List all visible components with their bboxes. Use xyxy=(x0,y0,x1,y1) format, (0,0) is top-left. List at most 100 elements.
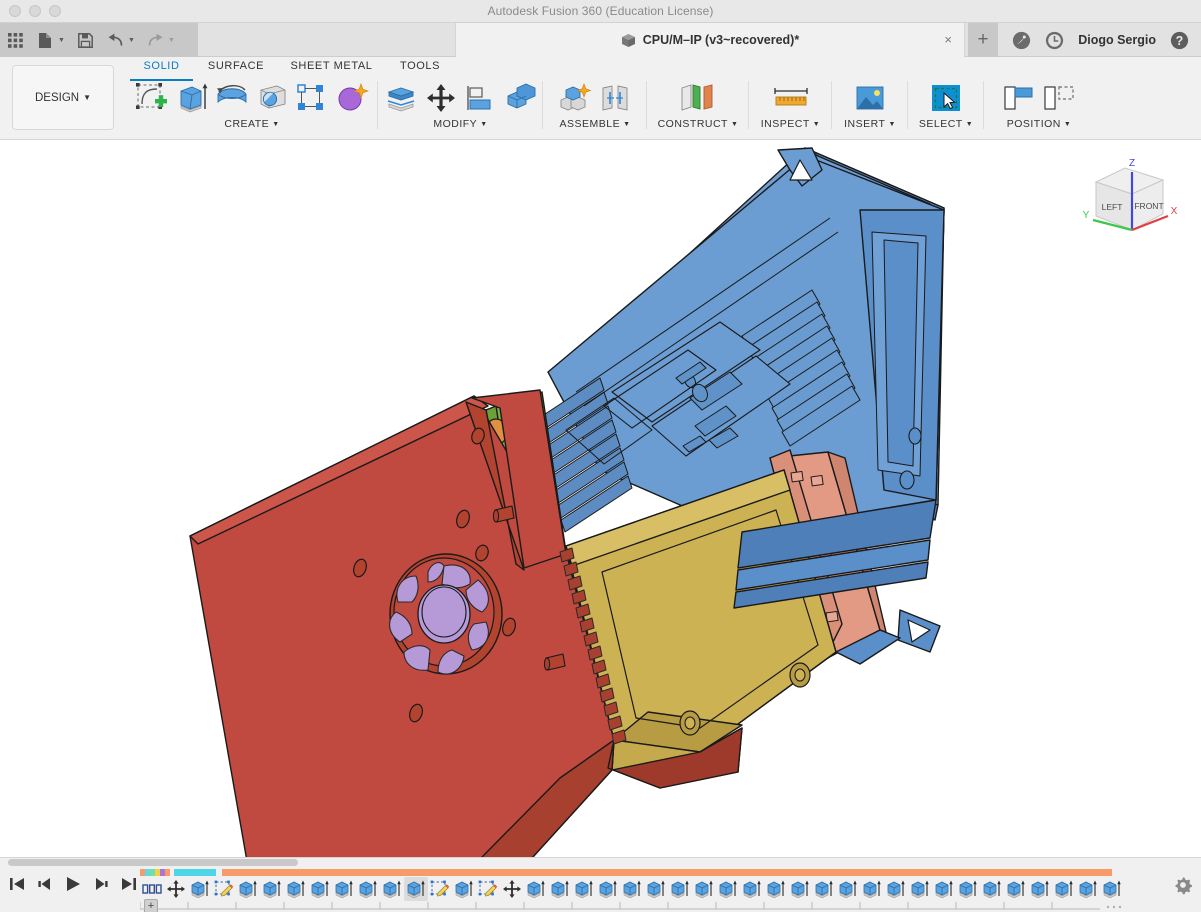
tab-sheet-metal[interactable]: SHEET METAL xyxy=(279,60,384,81)
panel-create-label[interactable]: CREATE ▼ xyxy=(224,118,279,130)
timeline-item-extrude[interactable] xyxy=(692,877,716,901)
tab-surface[interactable]: SURFACE xyxy=(193,60,279,81)
job-status-icon[interactable] xyxy=(1045,31,1064,50)
redo-chevron-down-icon[interactable]: ▼ xyxy=(168,37,180,44)
tool-revolve[interactable] xyxy=(212,79,252,117)
tab-solid[interactable]: SOLID xyxy=(130,60,193,81)
tool-align[interactable] xyxy=(461,79,501,117)
timeline-item-move[interactable] xyxy=(164,877,188,901)
timeline-item-sketch[interactable] xyxy=(212,877,236,901)
timeline-item-extrude[interactable] xyxy=(668,877,692,901)
tool-extrude[interactable] xyxy=(172,79,212,117)
new-tab-button[interactable]: + xyxy=(968,23,998,57)
tool-insert-canvas[interactable] xyxy=(850,79,890,117)
workspace-switcher-button[interactable]: DESIGN ▼ xyxy=(12,65,114,130)
timeline-item-extrude[interactable] xyxy=(884,877,908,901)
timeline-item-extrude[interactable] xyxy=(1028,877,1052,901)
tool-sweep[interactable] xyxy=(252,79,292,117)
timeline-item-extrude[interactable] xyxy=(788,877,812,901)
tool-combine[interactable] xyxy=(501,79,541,117)
file-menu-icon[interactable] xyxy=(30,23,60,57)
timeline-item-extrude[interactable] xyxy=(548,877,572,901)
tool-joint[interactable] xyxy=(595,79,635,117)
go-to-end-icon[interactable] xyxy=(120,872,138,896)
timeline-item-extrude[interactable] xyxy=(380,877,404,901)
timeline-item-extrude[interactable] xyxy=(260,877,284,901)
step-back-icon[interactable] xyxy=(36,872,54,896)
play-icon[interactable] xyxy=(64,872,82,896)
timeline-item-extrude[interactable] xyxy=(1076,877,1100,901)
timeline-item-extrude[interactable] xyxy=(740,877,764,901)
timeline-item-extrude[interactable] xyxy=(452,877,476,901)
panel-insert-label[interactable]: INSERT ▼ xyxy=(844,118,896,130)
close-document-tab-button[interactable]: × xyxy=(944,33,952,46)
timeline-item-extrude[interactable] xyxy=(764,877,788,901)
timeline-item-sketch[interactable] xyxy=(428,877,452,901)
timeline-item-extrude[interactable] xyxy=(1100,877,1124,901)
tool-selection-window[interactable] xyxy=(926,79,966,117)
panel-select-label[interactable]: SELECT ▼ xyxy=(919,118,973,130)
help-icon[interactable]: ? xyxy=(1170,31,1189,50)
timeline-item-extrude[interactable] xyxy=(908,877,932,901)
save-icon[interactable] xyxy=(70,23,100,57)
tab-tools[interactable]: TOOLS xyxy=(384,60,456,81)
panel-assemble-label[interactable]: ASSEMBLE ▼ xyxy=(559,118,630,130)
tool-new-component[interactable] xyxy=(555,79,595,117)
timeline-item-move[interactable] xyxy=(500,877,524,901)
extension-manager-icon[interactable] xyxy=(1012,31,1031,50)
timeline-item-extrude[interactable] xyxy=(860,877,884,901)
tool-create-form[interactable] xyxy=(332,79,372,117)
timeline-item-extrude[interactable] xyxy=(332,877,356,901)
document-tab[interactable]: CPU/M–IP (v3~recovered)* × xyxy=(455,23,965,57)
model-canvas[interactable]: LEFT FRONT Z X Y xyxy=(0,140,1201,857)
panel-position-label[interactable]: POSITION ▼ xyxy=(1007,118,1072,130)
timeline-item-extrude[interactable] xyxy=(716,877,740,901)
timeline-item-extrude[interactable] xyxy=(596,877,620,901)
timeline-item-extrude[interactable] xyxy=(188,877,212,901)
show-data-panel-icon[interactable] xyxy=(0,23,30,57)
timeline-item-extrude[interactable] xyxy=(284,877,308,901)
tab-solid-label: SOLID xyxy=(143,60,180,72)
timeline-item-extrude[interactable] xyxy=(644,877,668,901)
timeline-item-extrude[interactable] xyxy=(1052,877,1076,901)
cad-model[interactable] xyxy=(0,140,1201,857)
timeline-item-extrude[interactable] xyxy=(956,877,980,901)
timeline-scrollbar[interactable] xyxy=(8,859,298,866)
tool-offset-position[interactable] xyxy=(1039,79,1079,117)
timeline-item-extrude[interactable] xyxy=(932,877,956,901)
panel-modify-label[interactable]: MODIFY ▼ xyxy=(433,118,487,130)
timeline-item-extrude[interactable] xyxy=(980,877,1004,901)
tool-offset-plane[interactable] xyxy=(678,79,718,117)
timeline-item-extrude[interactable] xyxy=(620,877,644,901)
undo-chevron-down-icon[interactable]: ▼ xyxy=(128,37,140,44)
redo-icon[interactable] xyxy=(140,23,170,57)
panel-inspect-label[interactable]: INSPECT ▼ xyxy=(761,118,820,130)
timeline-settings-icon[interactable] xyxy=(1173,875,1193,895)
account-username[interactable]: Diogo Sergio xyxy=(1078,33,1156,47)
timeline-item-components[interactable] xyxy=(140,877,164,901)
timeline-item-extrude-selected[interactable] xyxy=(404,877,428,901)
timeline-item-extrude[interactable] xyxy=(812,877,836,901)
timeline-item-sketch[interactable] xyxy=(476,877,500,901)
go-to-beginning-icon[interactable] xyxy=(8,872,26,896)
timeline-track[interactable]: + xyxy=(140,869,1171,912)
timeline-item-extrude[interactable] xyxy=(524,877,548,901)
tool-move-copy[interactable] xyxy=(421,79,461,117)
tool-rectangular-pattern[interactable] xyxy=(292,79,332,117)
timeline-item-extrude[interactable] xyxy=(356,877,380,901)
timeline-item-extrude[interactable] xyxy=(572,877,596,901)
timeline-item-extrude[interactable] xyxy=(836,877,860,901)
tool-align-position[interactable] xyxy=(999,79,1039,117)
tool-press-pull[interactable] xyxy=(381,79,421,117)
view-cube[interactable]: LEFT FRONT Z X Y xyxy=(1068,150,1183,250)
tool-measure[interactable] xyxy=(771,79,811,117)
timeline-item-extrude[interactable] xyxy=(308,877,332,901)
step-forward-icon[interactable] xyxy=(92,872,110,896)
timeline-item-extrude[interactable] xyxy=(1004,877,1028,901)
file-menu-chevron-down-icon[interactable]: ▼ xyxy=(58,37,70,44)
tool-create-sketch[interactable] xyxy=(132,79,172,117)
undo-icon[interactable] xyxy=(100,23,130,57)
timeline-expand-button[interactable]: + xyxy=(144,899,158,912)
timeline-item-extrude[interactable] xyxy=(236,877,260,901)
panel-construct-label[interactable]: CONSTRUCT ▼ xyxy=(658,118,739,130)
